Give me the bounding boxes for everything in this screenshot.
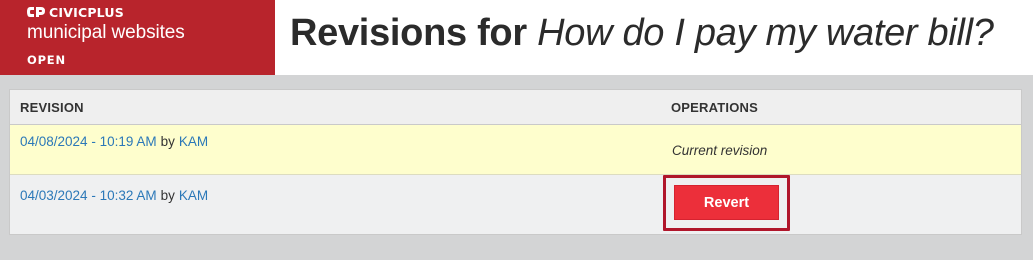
logo-tag-text: OPEN <box>27 53 66 67</box>
column-header-revision: REVISION <box>20 100 84 115</box>
revision-date-link[interactable]: 04/03/2024 - 10:32 AM <box>20 188 157 203</box>
table-row: 04/08/2024 - 10:19 AM by KAM Current revis… <box>10 125 1021 175</box>
table-row: 04/03/2024 - 10:32 AM by KAM Revert <box>10 175 1021 234</box>
logo-brand: CIVICPLUS <box>27 4 124 20</box>
revision-author-link[interactable]: KAM <box>179 134 208 149</box>
logo-brand-text: CIVICPLUS <box>49 4 124 20</box>
page-title-item: How do I pay my water bill? <box>537 12 994 54</box>
by-label: by <box>160 134 175 149</box>
page-title: Revisions for How do I pay my water bill… <box>290 12 994 55</box>
revert-button[interactable]: Revert <box>674 185 779 220</box>
column-header-operations: OPERATIONS <box>671 100 758 115</box>
revisions-table: REVISION OPERATIONS 04/08/2024 - 10:19 A… <box>9 89 1022 235</box>
civicplus-logo[interactable]: CIVICPLUS municipal websites OPEN <box>0 0 275 75</box>
site-header: CIVICPLUS municipal websites OPEN Revisi… <box>0 0 1033 75</box>
by-label: by <box>160 188 175 203</box>
revision-cell: 04/08/2024 - 10:19 AM by KAM <box>20 134 208 149</box>
table-header-row: REVISION OPERATIONS <box>10 90 1021 125</box>
revision-date-link[interactable]: 04/08/2024 - 10:19 AM <box>20 134 157 149</box>
civicplus-logo-icon <box>27 7 45 17</box>
revert-button-highlight: Revert <box>663 175 790 231</box>
revision-cell: 04/03/2024 - 10:32 AM by KAM <box>20 188 208 203</box>
current-revision-label: Current revision <box>672 143 768 158</box>
page-title-prefix: Revisions for <box>290 12 538 54</box>
revision-author-link[interactable]: KAM <box>179 188 208 203</box>
logo-product-text: municipal websites <box>27 22 185 43</box>
